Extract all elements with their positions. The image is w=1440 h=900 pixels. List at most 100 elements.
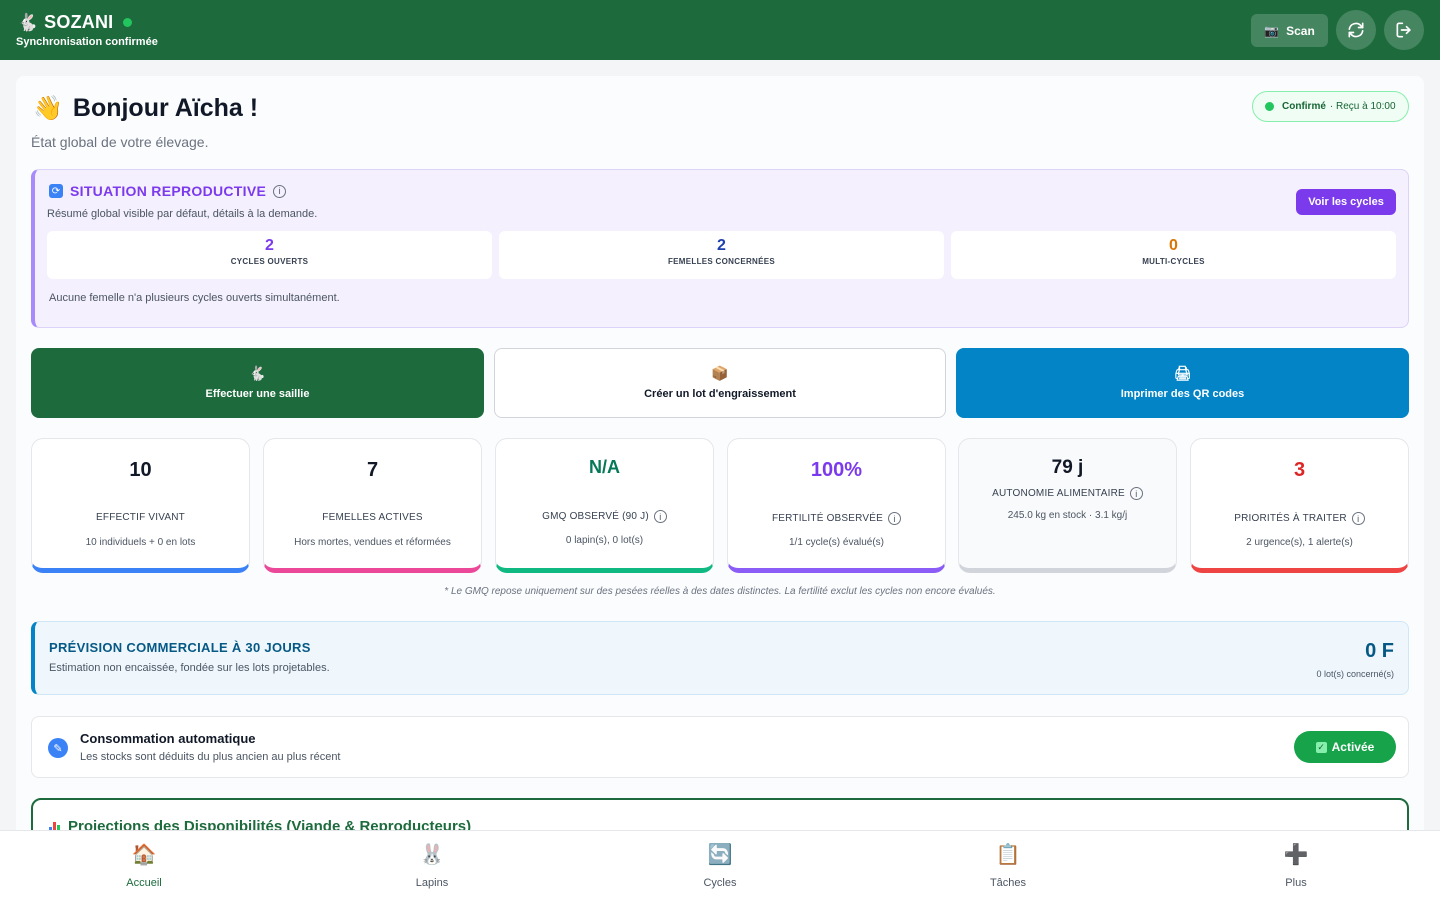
kpi-label: AUTONOMIE ALIMENTAIRE i [959,487,1176,500]
stat-open-cycles: 2 CYCLES OUVERTS [47,231,492,279]
info-icon[interactable]: i [1129,487,1143,500]
nav-label: Tâches [989,877,1027,889]
online-status-dot [123,18,133,27]
kpi-priorities: 3 PRIORITÉS À TRAITER i 2 urgence(s), 1 a… [1190,438,1409,573]
stat-value: 0 [1169,237,1178,254]
nav-cycles[interactable]: 🔄 Cycles [576,831,864,900]
info-icon[interactable]: i [1351,512,1365,525]
kpi-label: PRIORITÉS À TRAITER i [1191,512,1408,525]
stat-label: MULTI-CYCLES [1142,257,1205,266]
create-batch-label: Créer un lot d'engraissement [644,388,796,400]
page-title: Bonjour Aïcha ! [72,94,259,122]
forecast-detail: 0 lot(s) concerné(s) [1316,669,1394,679]
kpi-value: 100% [810,459,863,481]
kpi-detail: Hors mortes, vendues et réformées [294,537,451,548]
kpi-detail: 10 individuels + 0 en lots [85,537,196,548]
rabbit-icon: 🐇 [248,365,267,381]
forecast-subtitle: Estimation non encaissée, fondée sur les… [49,662,330,674]
waving-hand-icon: 👋 [33,95,63,122]
refresh-button[interactable] [1336,10,1376,50]
kpi-value: 10 [129,459,152,481]
kpi-value: N/A [589,457,620,477]
received-time: · Reçu à 10:00 [1329,101,1396,112]
repro-note: Aucune femelle n'a plusieurs cycles ouve… [49,292,340,304]
nav-label: Lapins [415,877,449,889]
reproductive-situation-card: ⟳ SITUATION REPRODUCTIVE i Résumé global… [31,169,1409,328]
confirmed-dot [1265,102,1274,111]
bottom-nav: 🏠 Accueil 🐰 Lapins 🔄 Cycles 📋 Tâches ➕ P… [0,830,1440,900]
nav-rabbits[interactable]: 🐰 Lapins [288,831,576,900]
kpi-label: EFFECTIF VIVANT [96,512,185,523]
repro-subtitle: Résumé global visible par défaut, détail… [47,208,318,220]
stat-value: 2 [265,237,274,254]
rabbit-face-icon: 🐰 [419,844,445,866]
kpi-value: 79 j [1051,457,1084,478]
kpi-detail: 1/1 cycle(s) évalué(s) [788,537,885,548]
nav-more[interactable]: ➕ Plus [1152,831,1440,900]
kpi-label: FEMELLES ACTIVES [322,512,423,523]
print-qr-label: Imprimer des QR codes [1120,388,1245,400]
logout-icon [1396,22,1411,38]
info-icon[interactable]: i [888,512,902,525]
mating-label: Effectuer une saillie [205,388,310,400]
brand-name: SOZANI [44,12,114,32]
kpi-gmq: N/A GMQ OBSERVÉ (90 J) i 0 lapin(s), 0 lo… [495,438,714,573]
kpi-live-headcount: 10 EFFECTIF VIVANT 10 individuels + 0 en… [31,438,250,573]
nav-label: Accueil [126,877,162,889]
stat-label: CYCLES OUVERTS [230,257,309,266]
mating-button[interactable]: 🐇 Effectuer une saillie [31,348,484,418]
repro-header: ⟳ SITUATION REPRODUCTIVE i [49,183,287,199]
stat-value: 2 [717,237,726,254]
auto-consumption-card: ✎ Consommation automatique Les stocks so… [31,716,1409,778]
kpi-detail: 0 lapin(s), 0 lot(s) [565,535,644,546]
stat-multi-cycles: 0 MULTI-CYCLES [951,231,1396,279]
rabbit-logo-icon: 🐇 [17,13,39,32]
sync-status-badge: Confirmé · Reçu à 10:00 [1252,91,1409,122]
top-bar: 🐇 SOZANI Synchronisation confirmée 📷 Sca… [0,0,1440,60]
package-icon: 📦 [711,365,729,381]
kpi-footnote: * Le GMQ repose uniquement sur des pesée… [444,586,996,597]
kpi-label: FERTILITÉ OBSERVÉE i [728,512,945,525]
kpi-label: GMQ OBSERVÉ (90 J) i [496,510,713,523]
info-icon[interactable]: i [273,184,287,198]
kpi-detail: 2 urgence(s), 1 alerte(s) [1246,537,1353,548]
kpi-fertility: 100% FERTILITÉ OBSERVÉE i 1/1 cycle(s) év… [727,438,946,573]
nav-home[interactable]: 🏠 Accueil [0,831,288,900]
cycle-icon: 🔄 [707,844,733,866]
repro-title: SITUATION REPRODUCTIVE [70,183,267,199]
print-qr-button[interactable]: 🖨 Imprimer des QR codes [956,348,1409,418]
conso-subtitle: Les stocks sont déduits du plus ancien a… [80,751,341,763]
plus-icon: ➕ [1283,844,1309,866]
kpi-value: 7 [366,459,379,481]
toggle-label: Activée [1331,740,1375,754]
page-subtitle: État global de votre élevage. [31,134,209,150]
conso-title: Consommation automatique [80,731,256,746]
kpi-feed-autonomy: 79 j AUTONOMIE ALIMENTAIRE i 245.0 kg en … [958,438,1177,573]
refresh-icon [1348,22,1364,38]
create-fattening-batch-button[interactable]: 📦 Créer un lot d'engraissement [494,348,946,418]
confirmed-label: Confirmé [1282,101,1326,112]
logout-button[interactable] [1384,10,1424,50]
stat-label: FEMELLES CONCERNÉES [667,257,776,266]
info-icon[interactable]: i [653,510,667,523]
forecast-title: PRÉVISION COMMERCIALE À 30 JOURS [49,640,311,655]
feed-icon: ✎ [48,738,68,758]
scan-label: Scan [1286,23,1315,38]
nav-label: Plus [1285,877,1307,889]
clipboard-icon: 📋 [995,844,1021,866]
cycle-icon: ⟳ [49,184,63,198]
auto-consumption-toggle[interactable]: ✓ Activée [1294,731,1396,763]
brand: 🐇 SOZANI [17,12,133,33]
check-icon: ✓ [1315,741,1327,753]
scan-button[interactable]: 📷 Scan [1251,14,1328,47]
view-cycles-button[interactable]: Voir les cycles [1296,189,1396,215]
sync-status: Synchronisation confirmée [16,36,158,48]
forecast-value: 0 F [1365,640,1394,662]
camera-icon: 📷 [1264,23,1280,38]
nav-tasks[interactable]: 📋 Tâches [864,831,1152,900]
commercial-forecast-card: PRÉVISION COMMERCIALE À 30 JOURS Estimat… [31,621,1409,695]
nav-label: Cycles [703,877,737,889]
kpi-detail: 245.0 kg en stock · 3.1 kg/j [1007,510,1128,521]
printer-icon: 🖨 [1173,365,1192,381]
stat-concerned-females: 2 FEMELLES CONCERNÉES [499,231,944,279]
